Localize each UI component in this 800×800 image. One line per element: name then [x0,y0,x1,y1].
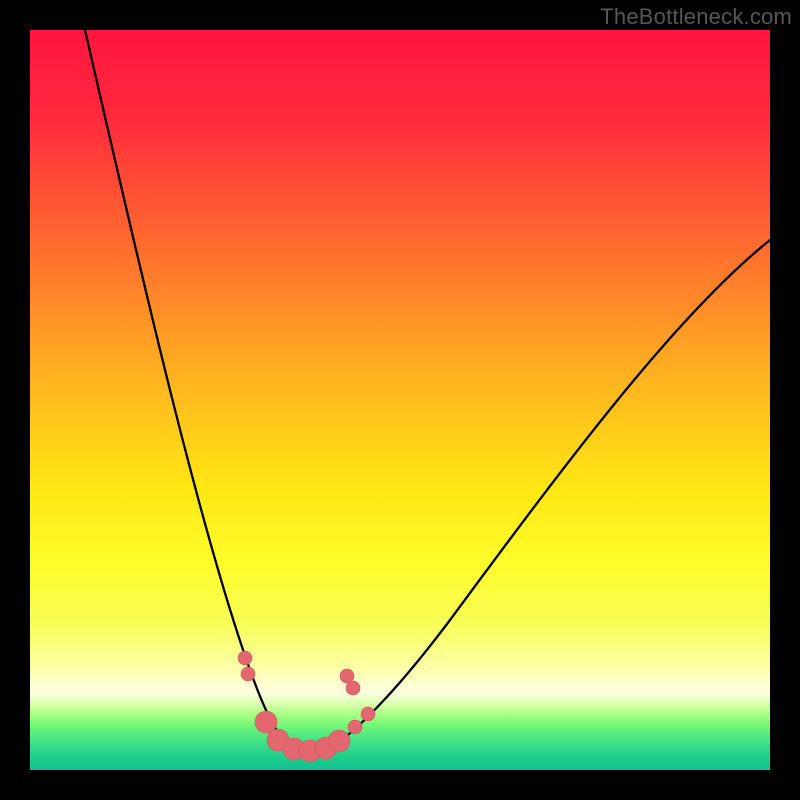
watermark-label: TheBottleneck.com [600,4,792,30]
plot-area [30,30,770,770]
chart-svg [30,30,770,770]
marker-point [238,651,252,665]
marker-point [348,720,362,734]
gradient-background [30,30,770,770]
marker-point [361,707,375,721]
marker-point [241,667,255,681]
chart-frame: TheBottleneck.com [0,0,800,800]
marker-point [328,730,350,752]
marker-point [340,669,354,683]
